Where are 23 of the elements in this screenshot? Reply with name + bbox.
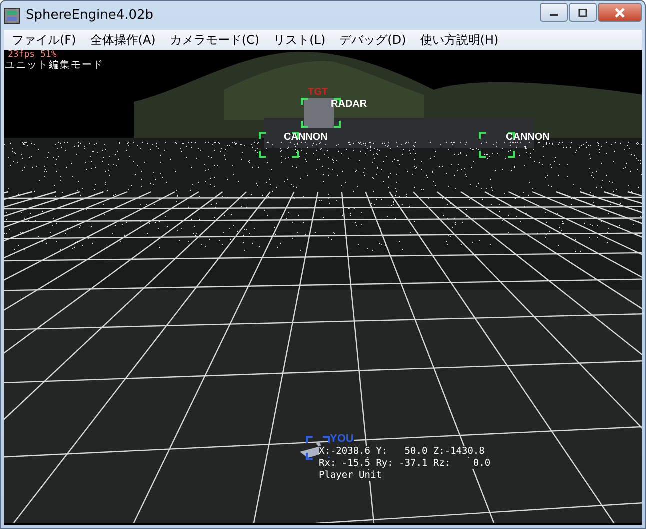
target-label: TGT	[308, 87, 328, 98]
close-icon	[614, 8, 626, 18]
fps-readout: 23fps 51%	[8, 50, 57, 60]
app-icon	[4, 8, 20, 24]
close-button[interactable]	[598, 3, 642, 22]
target-label: CANNON	[506, 132, 550, 143]
menu-item[interactable]: カメラモード(C)	[164, 30, 266, 50]
player-readout: Player Unit	[319, 470, 382, 481]
menu-item[interactable]: 全体操作(A)	[84, 30, 162, 50]
menu-item[interactable]: ファイル(F)	[6, 30, 82, 50]
mode-label: ユニット編集モード	[5, 59, 104, 72]
player-readout: Rx: -15.5 Ry: -37.1 Rz: 0.0	[319, 458, 491, 469]
window-title: SphereEngine4.02b	[26, 8, 155, 23]
menu-item[interactable]: リスト(L)	[268, 30, 332, 50]
player-label: YOU	[330, 433, 354, 445]
target-label: RADAR	[331, 99, 368, 110]
maximize-button[interactable]	[569, 3, 597, 22]
maximize-icon	[578, 8, 588, 16]
player-readout: X:-2038.6 Y: 50.0 Z:-1430.8	[319, 446, 485, 457]
minimize-button[interactable]	[540, 3, 568, 22]
target-label: CANNON	[284, 132, 328, 143]
menu-item[interactable]: 使い方説明(H)	[414, 30, 505, 50]
menu-item[interactable]: デバッグ(D)	[334, 30, 412, 50]
